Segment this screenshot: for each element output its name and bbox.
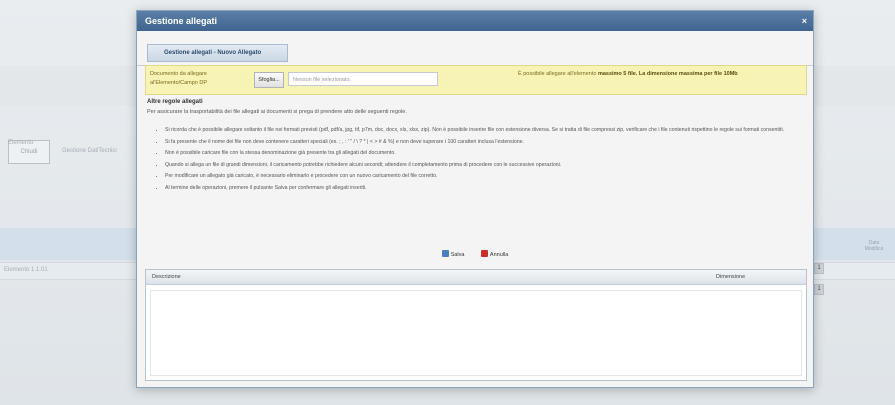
close-icon[interactable]: ×: [802, 11, 807, 31]
dialog-tabbar: Gestione allegati - Nuovo Allegato: [137, 31, 813, 66]
rule-item: Non è possibile caricare file con la ste…: [165, 150, 801, 158]
rule-item: Si ricorda che è possibile allegare solt…: [165, 127, 801, 135]
cancel-label: Annulla: [489, 252, 509, 258]
attachments-dialog: Gestione allegati × Gestione allegati - …: [136, 10, 814, 388]
rules-intro: Per assicurare la trasportabilità dei fi…: [147, 109, 407, 115]
rules-title: Altre regole allegati: [147, 99, 203, 105]
background-column-header: Data Modifica: [864, 240, 884, 252]
table-body: [150, 290, 802, 376]
table-header: Descrizione Dimensione: [146, 270, 806, 285]
upload-note-text: È possibile allegare all'elemento: [518, 71, 598, 77]
cancel-icon: [480, 250, 488, 257]
browse-button[interactable]: Sfoglia...: [254, 72, 284, 88]
upload-limit-note: È possibile allegare all'elemento massim…: [518, 70, 802, 79]
background-count-badge: 1: [814, 284, 824, 295]
upload-label: Documento da allegare al'Elemento/Campo …: [150, 71, 207, 86]
upload-section: Documento da allegare al'Elemento/Campo …: [145, 65, 807, 95]
column-header-description[interactable]: Descrizione: [152, 270, 181, 284]
cancel-button[interactable]: Annulla: [480, 250, 509, 258]
attachments-table: Descrizione Dimensione: [145, 269, 807, 381]
rule-item: Per modificare un allegato già caricato,…: [165, 173, 801, 181]
file-name-field[interactable]: Nessun file selezionato.: [288, 72, 438, 86]
background-left-label: Elemento: [8, 140, 34, 146]
rule-item: Al termine delle operazioni, premere il …: [165, 185, 801, 193]
rule-item: Quando si allega un file di grandi dimen…: [165, 162, 801, 170]
dialog-titlebar[interactable]: Gestione allegati ×: [137, 11, 813, 31]
background-breadcrumb: Gestione DatiTecnici: [62, 148, 117, 154]
save-label: Salva: [450, 252, 465, 258]
save-icon: [441, 250, 449, 257]
dialog-actions: Salva Annulla: [137, 243, 813, 261]
rules-list: Si ricorda che è possibile allegare solt…: [165, 127, 801, 196]
background-count-badge: 1: [814, 263, 824, 274]
dialog-title: Gestione allegati: [145, 16, 218, 26]
background-row-label: Elemento 1.1.01: [4, 267, 48, 273]
rule-item: Si fa presente che il nome dei file non …: [165, 139, 801, 147]
tab-new-attachment[interactable]: Gestione allegati - Nuovo Allegato: [147, 44, 289, 62]
column-header-size[interactable]: Dimensione: [716, 270, 745, 284]
upload-note-bold: massimo 5 file. La dimensione massima pe…: [597, 71, 738, 77]
save-button[interactable]: Salva: [441, 250, 465, 258]
